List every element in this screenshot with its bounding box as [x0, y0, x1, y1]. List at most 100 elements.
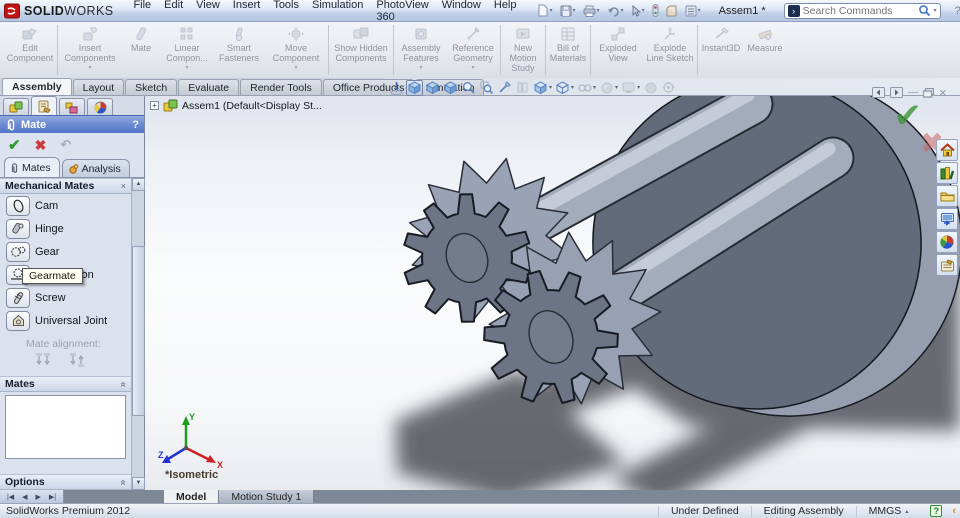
tab-render-tools[interactable]: Render Tools: [240, 79, 322, 95]
dropdown-caret-icon[interactable]: ▾: [471, 64, 474, 71]
dropdown-caret-icon[interactable]: ▾: [294, 64, 297, 71]
scrollbar-thumb[interactable]: [132, 246, 145, 416]
display-style-icon[interactable]: [532, 80, 549, 96]
mate-type-rack-pinion[interactable]: Rack Pinion Gearmate: [0, 263, 131, 286]
3d-views-icon[interactable]: [442, 80, 459, 96]
bill-of-materials-button[interactable]: Bill of Materials: [547, 24, 589, 63]
mate-button[interactable]: Mate: [121, 24, 161, 53]
cancel-button[interactable]: ✖: [35, 137, 47, 154]
solidworks-resources-button[interactable]: [936, 162, 958, 184]
rebuild-button[interactable]: [650, 3, 661, 18]
aligned-icon[interactable]: [34, 352, 54, 368]
options-button[interactable]: ▾: [683, 4, 703, 18]
scroll-down-button[interactable]: ▼: [132, 477, 145, 490]
dropdown-caret-icon[interactable]: ▾: [185, 64, 188, 71]
zoom-to-fit-icon[interactable]: [460, 80, 477, 96]
appearances-scenes-button[interactable]: [936, 231, 958, 253]
view-settings-icon[interactable]: [620, 80, 637, 96]
reference-geometry-button[interactable]: Reference Geometry ▾: [447, 24, 499, 71]
doc-minimize-button[interactable]: —: [908, 87, 918, 98]
apply-scene-icon[interactable]: [598, 80, 615, 96]
exploded-view-button[interactable]: Exploded View: [592, 24, 644, 63]
group-collapse-icon[interactable]: ×: [121, 181, 126, 191]
dropdown-caret-icon[interactable]: ▾: [88, 64, 91, 71]
undo-button[interactable]: ▾: [605, 4, 626, 18]
previous-tab-button[interactable]: ◀: [22, 493, 27, 501]
tree-expand-icon[interactable]: +: [150, 101, 159, 110]
mate-type-universal-joint[interactable]: Universal Joint: [0, 309, 131, 332]
edit-component-button[interactable]: Edit Component: [4, 24, 56, 63]
confirmation-accept-icon[interactable]: ✔: [894, 96, 923, 136]
dropdown-caret-icon[interactable]: ▾: [642, 7, 645, 14]
instant3d-button[interactable]: Instant3D: [699, 24, 743, 53]
menu-view[interactable]: View: [196, 0, 220, 23]
search-input[interactable]: [802, 4, 915, 17]
mate-type-gear[interactable]: Gear: [0, 240, 131, 263]
tab-analysis[interactable]: Analysis: [61, 159, 130, 177]
first-tab-button[interactable]: |◀: [7, 493, 14, 501]
group-collapse-chevron-icon[interactable]: «: [118, 381, 129, 387]
tab-mates[interactable]: Mates: [4, 157, 60, 177]
select-button[interactable]: ▾: [629, 4, 647, 18]
smart-fasteners-button[interactable]: Smart Fasteners: [213, 24, 265, 63]
design-library-button[interactable]: [936, 185, 958, 207]
custom-properties-button[interactable]: [936, 254, 958, 276]
property-manager-tab[interactable]: [31, 96, 57, 115]
dropdown-caret-icon[interactable]: ▾: [698, 7, 701, 14]
group-collapse-chevron-icon[interactable]: «: [118, 479, 129, 485]
new-motion-study-button[interactable]: New Motion Study: [502, 24, 544, 73]
mates-list[interactable]: [5, 395, 126, 459]
menu-insert[interactable]: Insert: [233, 0, 261, 23]
dropdown-caret-icon[interactable]: ▾: [593, 84, 596, 91]
linear-component-pattern-button[interactable]: Linear Compon... ▾: [161, 24, 213, 71]
tab-motion-study-1[interactable]: Motion Study 1: [219, 490, 315, 503]
dropdown-caret-icon[interactable]: ▾: [419, 64, 422, 71]
mates-group-header[interactable]: Mates «: [0, 376, 131, 392]
menu-edit[interactable]: Edit: [164, 0, 183, 23]
options-group-header[interactable]: Options «: [0, 474, 131, 490]
mate-type-screw[interactable]: Screw: [0, 286, 131, 309]
dropdown-caret-icon[interactable]: ▾: [621, 7, 624, 14]
new-document-button[interactable]: ▾: [535, 3, 555, 18]
anti-aligned-icon[interactable]: [68, 352, 88, 368]
explode-line-sketch-button[interactable]: Explode Line Sketch: [644, 24, 696, 63]
feature-manager-tab[interactable]: [3, 98, 29, 115]
dropdown-caret-icon[interactable]: ▾: [597, 7, 600, 14]
dropdown-caret-icon[interactable]: ▾: [573, 7, 576, 14]
previous-view-icon[interactable]: [424, 80, 441, 96]
camera-icon[interactable]: [660, 80, 677, 96]
dimxpert-manager-tab[interactable]: [87, 98, 113, 115]
shadows-icon[interactable]: [642, 80, 659, 96]
menu-window[interactable]: Window: [442, 0, 481, 23]
insert-components-button[interactable]: Insert Components ▾: [59, 24, 121, 71]
ok-button[interactable]: ✔: [8, 136, 21, 154]
previous-window-button[interactable]: [872, 87, 885, 98]
next-tab-button[interactable]: ▶: [35, 493, 40, 501]
resources-home-button[interactable]: [936, 139, 958, 161]
zoom-to-area-icon[interactable]: [478, 80, 495, 96]
property-manager-help[interactable]: ?: [132, 119, 139, 131]
measure-button[interactable]: Measure: [743, 24, 787, 53]
save-button[interactable]: ▾: [558, 4, 578, 18]
view-orientation-icon[interactable]: [406, 79, 423, 96]
print-button[interactable]: ▾: [581, 4, 602, 18]
graphics-viewport[interactable]: + Assem1 (Default<Display St... — × ✔ ✖: [145, 85, 960, 491]
last-tab-button[interactable]: ▶|: [49, 493, 56, 501]
configuration-manager-tab[interactable]: [59, 98, 85, 115]
tab-layout[interactable]: Layout: [72, 79, 125, 95]
file-explorer-button[interactable]: [936, 208, 958, 230]
next-window-button[interactable]: [890, 87, 903, 98]
mechanical-mates-group-header[interactable]: Mechanical Mates ×: [0, 178, 131, 194]
normal-to-icon[interactable]: [388, 80, 405, 96]
doc-restore-button[interactable]: [923, 87, 934, 98]
undo-mate-button[interactable]: ↶: [60, 137, 71, 153]
tab-evaluate[interactable]: Evaluate: [178, 79, 240, 95]
help-button[interactable]: ?: [955, 5, 960, 17]
tab-assembly[interactable]: Assembly: [2, 78, 72, 95]
mate-type-cam[interactable]: Cam: [0, 194, 131, 217]
panel-scrollbar[interactable]: ▲ ▼: [131, 178, 145, 490]
unit-system-selector[interactable]: MMGS ▴: [855, 505, 921, 517]
mate-type-hinge[interactable]: Hinge: [0, 217, 131, 240]
tab-model[interactable]: Model: [164, 490, 220, 503]
scroll-up-button[interactable]: ▲: [132, 178, 145, 191]
